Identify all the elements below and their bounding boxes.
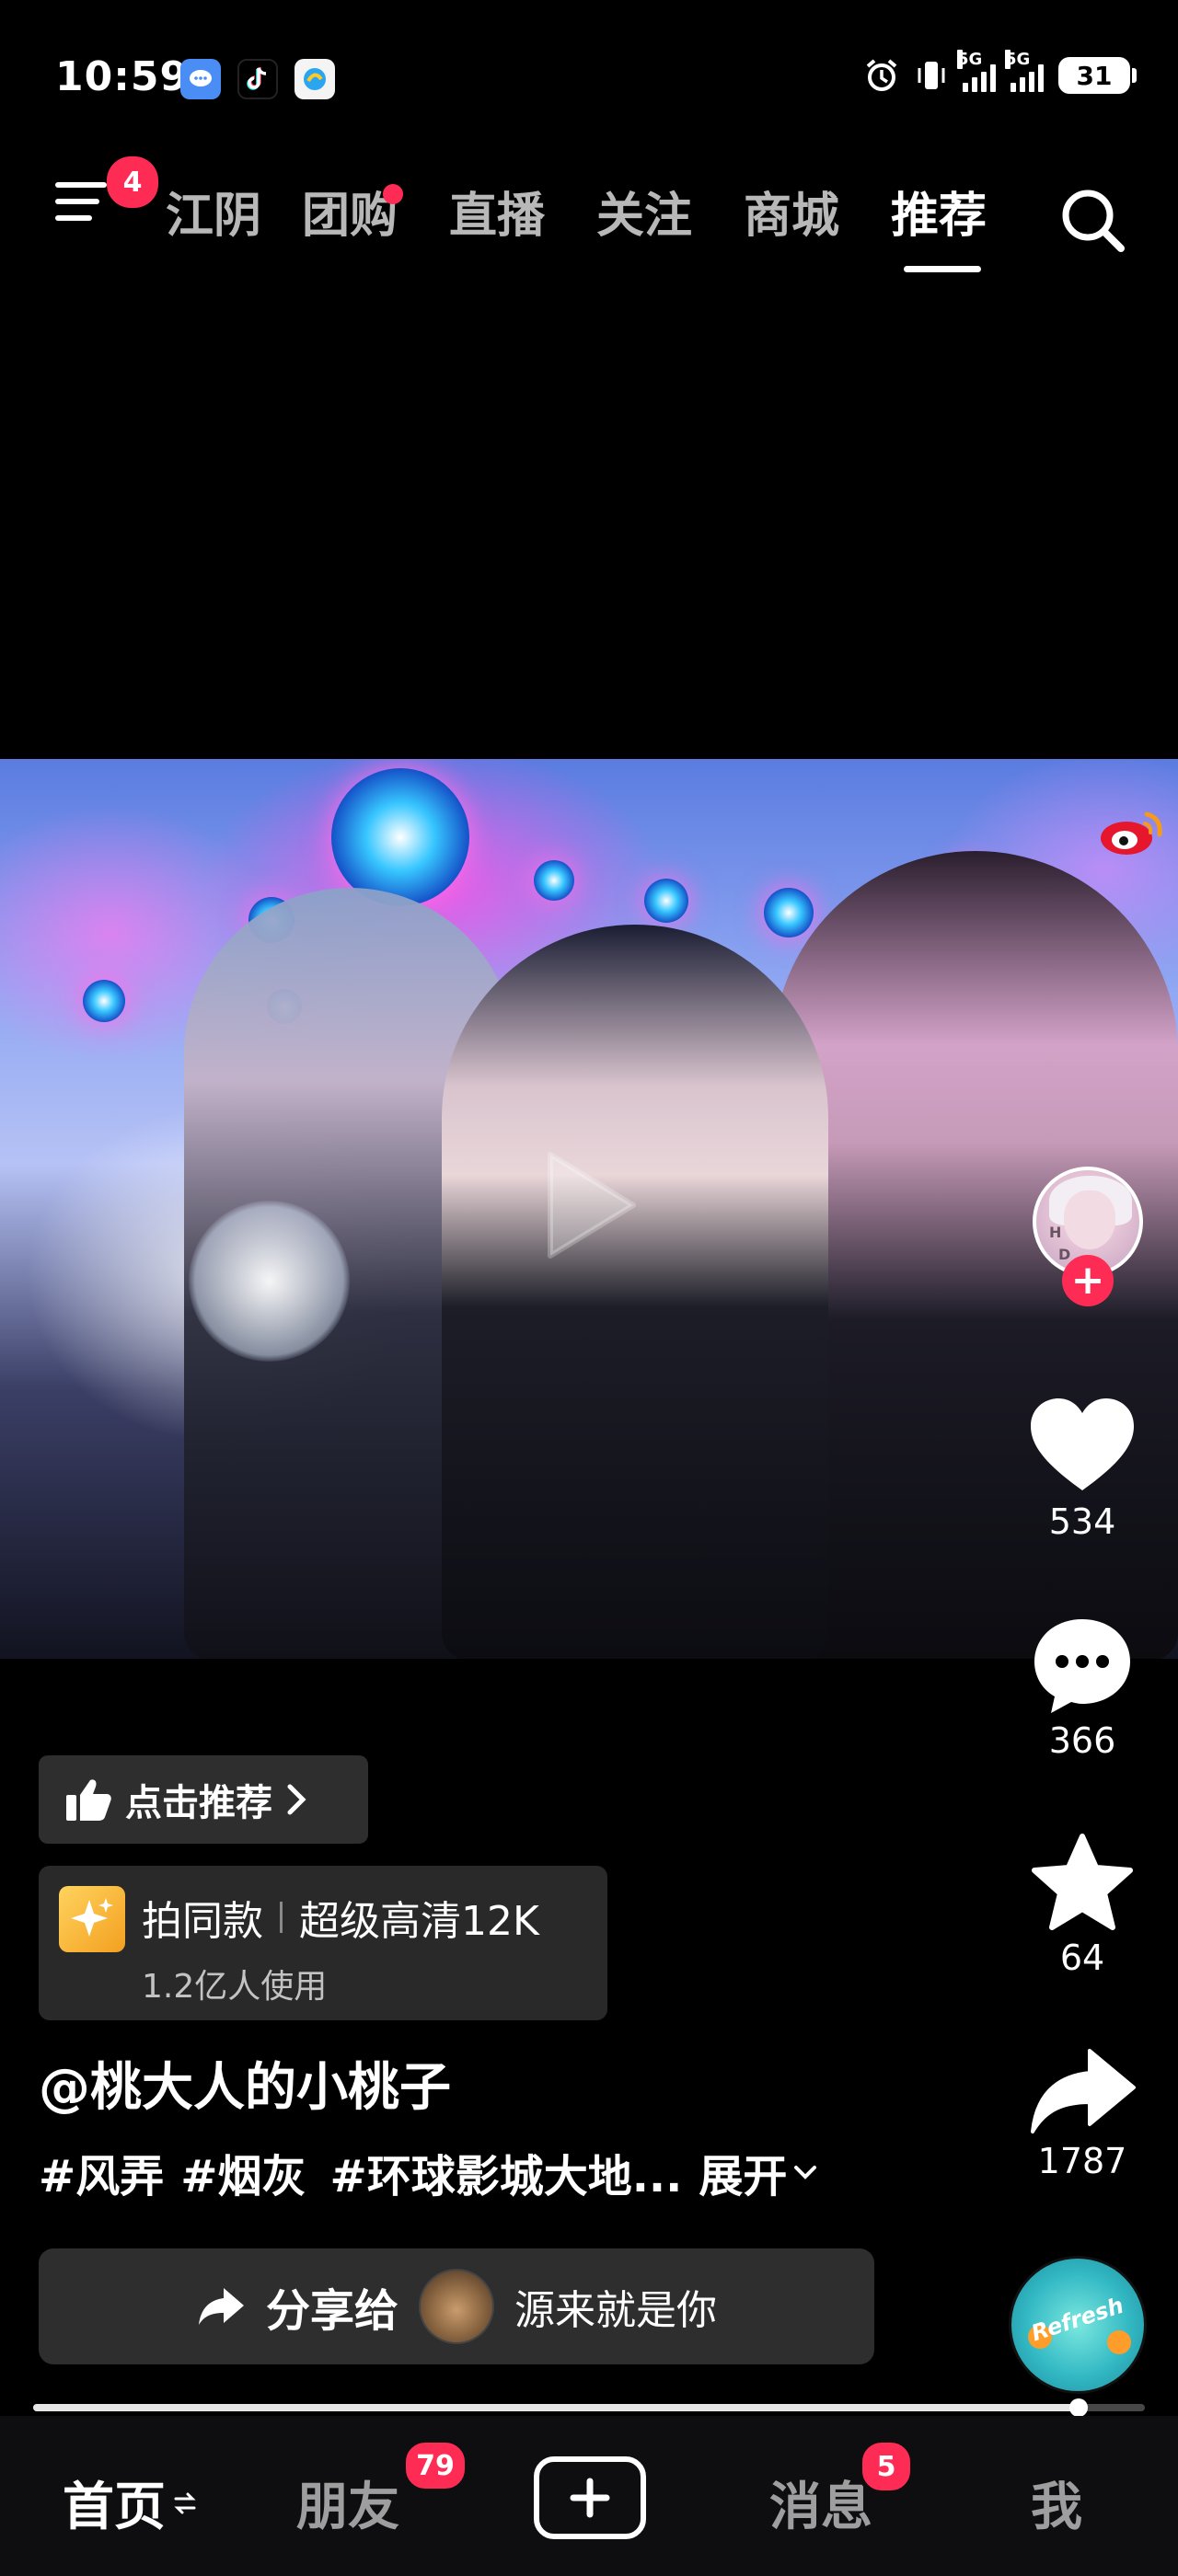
friend-avatar xyxy=(419,2269,494,2344)
share-arrow-icon xyxy=(1031,2049,1136,2133)
signal-5g-icon: 5G xyxy=(957,50,996,92)
hashtag[interactable]: #风弄 xyxy=(39,2140,164,2204)
stage-light xyxy=(764,888,814,937)
thumbs-up-icon xyxy=(66,1779,111,1821)
progress-fill xyxy=(33,2404,1079,2411)
tab-live[interactable]: 直播 xyxy=(423,184,571,248)
mini-program-icon xyxy=(294,59,335,99)
tab-label: 推荐 xyxy=(890,189,987,244)
nav-home-label: 首页 xyxy=(63,2478,166,2537)
notification-icons xyxy=(180,59,335,99)
switch-arrows-icon xyxy=(174,2492,196,2513)
messages-badge: 5 xyxy=(858,2438,915,2495)
tab-recommended[interactable]: 推荐 xyxy=(865,184,1012,272)
recommend-button[interactable]: 点击推荐 xyxy=(39,1755,368,1844)
top-nav: 4 江阴 团购 直播 关注 商城 推荐 xyxy=(0,156,1178,276)
tab-label: 关注 xyxy=(595,189,692,244)
hashtag[interactable]: #烟灰 xyxy=(180,2140,306,2204)
alarm-icon xyxy=(866,59,897,91)
template-action: 拍同款 xyxy=(142,1898,263,1945)
comment-icon xyxy=(1034,1619,1130,1713)
comment-button[interactable]: 366 xyxy=(999,1616,1165,1761)
favorite-button[interactable]: 64 xyxy=(999,1833,1165,1978)
menu-badge: 4 xyxy=(107,156,158,208)
vibrate-icon xyxy=(918,62,945,89)
expand-button[interactable]: 展开 xyxy=(699,2140,818,2204)
stage-light xyxy=(331,768,469,906)
tab-label: 江阴 xyxy=(166,189,262,244)
menu-icon xyxy=(55,182,107,188)
tab-following[interactable]: 关注 xyxy=(571,184,718,248)
avatar-art: D xyxy=(1058,1246,1071,1263)
like-count: 534 xyxy=(1048,1501,1116,1542)
nav-home[interactable]: 首页 xyxy=(63,2466,197,2540)
stage-light xyxy=(83,980,125,1022)
comment-count: 366 xyxy=(1048,1720,1116,1761)
star-icon xyxy=(1032,1834,1133,1930)
signal-5g-icon: 5G xyxy=(1005,50,1044,92)
system-status-icons: 5G 5G 31 xyxy=(863,50,1137,94)
tab-local[interactable]: 江阴 xyxy=(166,184,276,248)
sparkle-icon xyxy=(59,1886,125,1952)
heart-icon xyxy=(1031,1398,1134,1490)
share-arrow-icon xyxy=(198,2288,244,2325)
nav-friends[interactable]: 朋友 xyxy=(296,2466,399,2540)
video-progress-bar[interactable] xyxy=(33,2398,1145,2417)
favorite-count: 64 xyxy=(1059,1938,1105,1978)
hashtag[interactable]: #环球影城大地... xyxy=(329,2140,682,2204)
nav-me[interactable]: 我 xyxy=(1031,2466,1082,2540)
divider xyxy=(280,1902,283,1933)
music-disc[interactable]: Refresh xyxy=(1009,2256,1147,2394)
nav-messages-label: 消息 xyxy=(769,2478,872,2537)
tiktok-icon xyxy=(237,59,278,99)
progress-handle[interactable] xyxy=(1068,2398,1088,2417)
template-card[interactable]: 拍同款 超级高清12K 1.2亿人使用 xyxy=(39,1866,607,2020)
share-label: 分享给 xyxy=(265,2285,398,2337)
create-button[interactable] xyxy=(534,2456,646,2539)
disc-art xyxy=(1107,2330,1131,2354)
status-time: 10:59 xyxy=(55,53,190,100)
tab-label: 商城 xyxy=(743,189,839,244)
person-center xyxy=(442,925,828,1659)
feed-tabs: 江阴 团购 直播 关注 商城 推荐 xyxy=(166,184,1012,272)
friends-badge: 79 xyxy=(401,2438,469,2493)
nav-me-label: 我 xyxy=(1031,2478,1082,2537)
share-to-friend-bar[interactable]: 分享给 源来就是你 xyxy=(39,2248,874,2364)
follow-button[interactable]: + xyxy=(1062,1255,1114,1306)
message-app-icon xyxy=(180,59,221,99)
stage-light xyxy=(644,879,688,923)
author-name[interactable]: @桃大人的小桃子 xyxy=(39,2046,451,2121)
nav-messages[interactable]: 消息 xyxy=(769,2466,872,2540)
expand-label: 展开 xyxy=(699,2151,788,2202)
template-usage: 1.2亿人使用 xyxy=(142,1968,328,2006)
nav-friends-label: 朋友 xyxy=(296,2478,399,2537)
light-ball xyxy=(189,1201,350,1362)
status-bar: 10:59 5G 5G 31 xyxy=(0,0,1178,156)
tab-label: 直播 xyxy=(448,189,545,244)
battery-indicator: 31 xyxy=(1058,57,1137,94)
search-icon xyxy=(1062,190,1125,252)
avatar-art: H xyxy=(1049,1224,1062,1241)
share-button[interactable]: 1787 xyxy=(999,2045,1165,2181)
play-icon[interactable] xyxy=(504,1127,661,1283)
tab-notification-dot xyxy=(383,184,403,204)
bottom-nav: 首页 朋友 79 消息 5 我 xyxy=(0,2416,1178,2576)
plus-icon xyxy=(570,2478,610,2518)
chevron-right-icon xyxy=(287,1784,306,1815)
stage-light xyxy=(534,860,574,901)
tab-mall[interactable]: 商城 xyxy=(718,184,865,248)
chevron-down-icon xyxy=(794,2166,817,2179)
weibo-icon xyxy=(1101,811,1162,855)
avatar-art xyxy=(1064,1190,1115,1249)
share-recipient: 源来就是你 xyxy=(514,2287,717,2334)
share-count: 1787 xyxy=(1037,2141,1127,2181)
video-caption: #风弄 #烟灰 #环球影城大地... 展开 xyxy=(39,2140,818,2204)
template-name: 超级高清12K xyxy=(299,1898,539,1945)
tab-group-buy[interactable]: 团购 xyxy=(276,184,423,248)
recommend-label: 点击推荐 xyxy=(125,1782,272,1824)
like-button[interactable]: 534 xyxy=(999,1397,1165,1542)
search-button[interactable] xyxy=(1055,182,1132,259)
